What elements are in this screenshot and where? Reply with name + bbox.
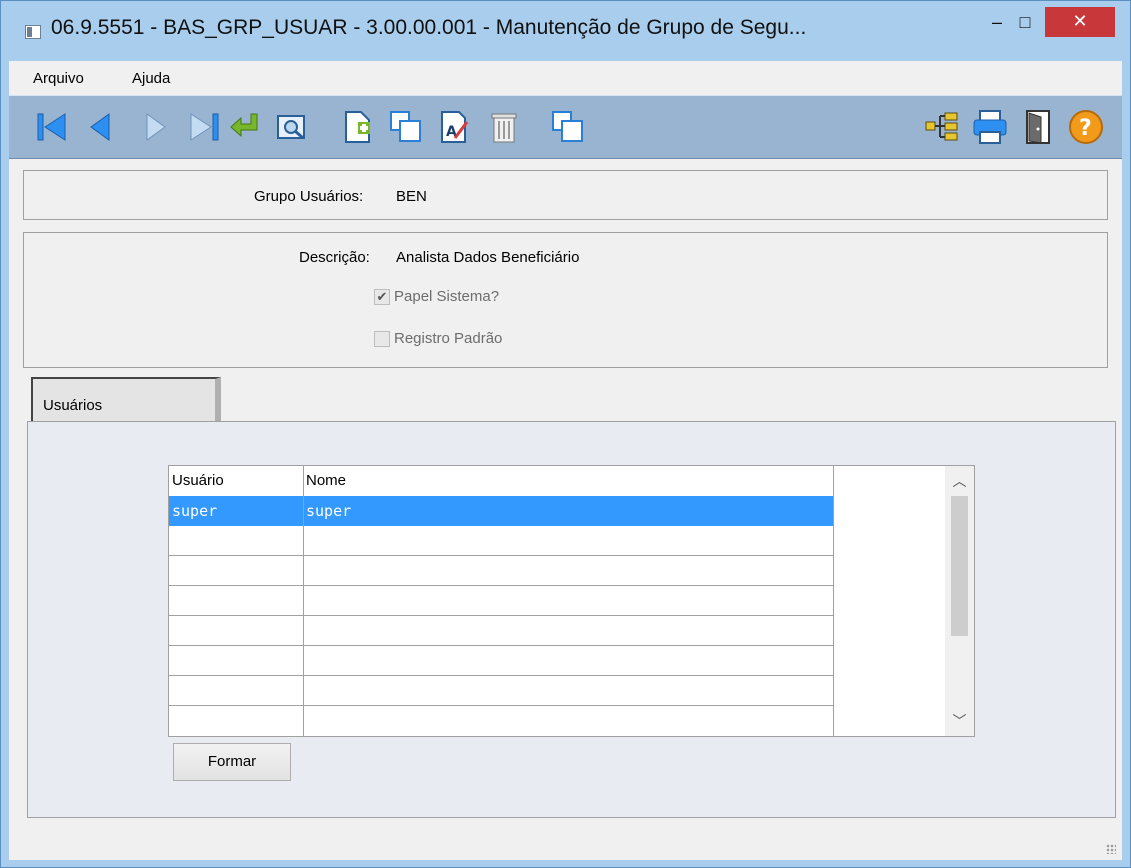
table-row-empty[interactable] <box>169 616 833 646</box>
title-bar[interactable]: 06.9.5551 - BAS_GRP_USUAR - 3.00.00.001 … <box>1 1 1130 59</box>
toolbar: A ? <box>9 95 1122 159</box>
help-icon[interactable]: ? <box>1067 108 1105 146</box>
delete-icon[interactable] <box>485 108 523 146</box>
form-content: Grupo Usuários: BEN Descrição: Analista … <box>9 159 1122 860</box>
vertical-scrollbar[interactable]: ︿ ﹀ <box>945 466 974 736</box>
hierarchy-icon[interactable] <box>923 108 961 146</box>
exit-icon[interactable] <box>1019 108 1057 146</box>
cell-usuario: super <box>172 502 218 520</box>
previous-record-icon[interactable] <box>83 108 121 146</box>
scroll-thumb[interactable] <box>951 496 968 636</box>
papel-sistema-label: Papel Sistema? <box>394 288 500 305</box>
column-header-usuario[interactable]: Usuário <box>169 466 303 496</box>
cell-nome: super <box>306 502 352 520</box>
usuarios-grid[interactable]: Usuário Nome super super ︿ ﹀ <box>168 465 975 737</box>
menu-arquivo[interactable]: Arquivo <box>33 70 84 87</box>
next-record-icon[interactable] <box>137 108 175 146</box>
grupo-usuarios-value[interactable]: BEN <box>396 188 427 205</box>
copy-icon[interactable] <box>387 108 425 146</box>
group-usuarios-panel: Grupo Usuários: BEN <box>23 170 1108 220</box>
tab-usuarios-label: Usuários <box>43 397 103 414</box>
usuarios-tab-panel: Usuário Nome super super ︿ ﹀ Formar <box>27 421 1116 818</box>
search-icon[interactable] <box>273 108 311 146</box>
first-record-icon[interactable] <box>33 108 71 146</box>
grupo-usuarios-label: Grupo Usuários: <box>254 188 364 205</box>
maximize-button[interactable]: □ <box>1005 7 1045 37</box>
table-row-empty[interactable] <box>169 586 833 616</box>
column-divider <box>303 466 304 736</box>
last-record-icon[interactable] <box>185 108 223 146</box>
descricao-panel: Descrição: Analista Dados Beneficiário ✔… <box>23 232 1108 368</box>
table-row-empty[interactable] <box>169 706 833 736</box>
menu-ajuda[interactable]: Ajuda <box>132 70 170 87</box>
column-divider <box>833 466 834 736</box>
papel-sistema-checkbox[interactable]: ✔ <box>374 289 390 305</box>
registro-padrao-checkbox[interactable] <box>374 331 390 347</box>
column-header-nome[interactable]: Nome <box>303 466 833 496</box>
edit-icon[interactable]: A <box>435 108 473 146</box>
table-row-empty[interactable] <box>169 646 833 676</box>
menu-bar: Arquivo Ajuda <box>9 61 1122 95</box>
table-row-empty[interactable] <box>169 556 833 586</box>
scroll-down-icon[interactable]: ﹀ <box>945 706 974 736</box>
duplicate-icon[interactable] <box>549 108 587 146</box>
status-bar <box>9 818 1122 860</box>
descricao-value[interactable]: Analista Dados Beneficiário <box>396 249 579 266</box>
table-row-empty[interactable] <box>169 676 833 706</box>
new-record-icon[interactable] <box>339 108 377 146</box>
window-title: 06.9.5551 - BAS_GRP_USUAR - 3.00.00.001 … <box>51 16 807 39</box>
formar-button[interactable]: Formar <box>173 743 291 781</box>
close-button[interactable]: ✕ <box>1045 7 1115 37</box>
window-icon <box>25 25 41 39</box>
table-row[interactable]: super super <box>169 496 833 526</box>
app-window: 06.9.5551 - BAS_GRP_USUAR - 3.00.00.001 … <box>0 0 1131 868</box>
table-row-empty[interactable] <box>169 526 833 556</box>
print-icon[interactable] <box>971 108 1009 146</box>
descricao-label: Descrição: <box>299 249 370 266</box>
svg-text:?: ? <box>1079 116 1092 141</box>
registro-padrao-label: Registro Padrão <box>394 330 503 347</box>
resize-grip-icon[interactable] <box>1106 844 1116 854</box>
scroll-up-icon[interactable]: ︿ <box>945 466 974 496</box>
go-to-icon[interactable] <box>227 108 265 146</box>
